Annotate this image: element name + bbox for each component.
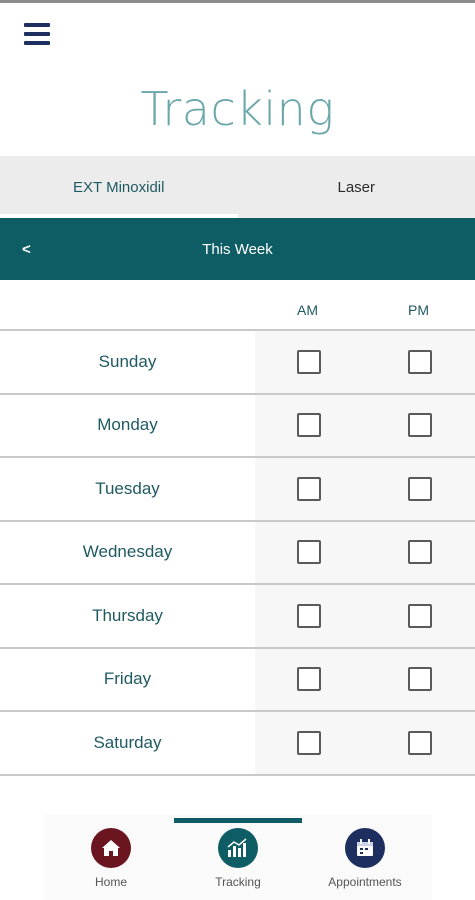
friday-pm-checkbox[interactable] xyxy=(408,667,432,692)
week-label: This Week xyxy=(202,240,273,258)
page-title: Tracking xyxy=(140,82,335,136)
thursday-am-checkbox[interactable] xyxy=(297,603,321,628)
tab-laser[interactable]: Laser xyxy=(238,156,475,218)
nav-tracking[interactable]: Tracking xyxy=(183,828,293,889)
tab-ext-minoxidil[interactable]: EXT Minoxidil xyxy=(0,156,238,218)
table-row: Tuesday xyxy=(0,458,475,522)
tab-bar: EXT Minoxidil Laser xyxy=(0,156,475,218)
tuesday-am-checkbox[interactable] xyxy=(297,476,321,501)
pm-column-header: PM xyxy=(408,302,429,318)
chart-icon xyxy=(218,828,258,868)
top-divider xyxy=(0,0,475,3)
tuesday-pm-checkbox[interactable] xyxy=(408,476,432,501)
table-row: Friday xyxy=(0,648,475,712)
table-row: Saturday xyxy=(0,712,475,776)
thursday-pm-checkbox[interactable] xyxy=(408,603,432,628)
day-label-thursday: Thursday xyxy=(92,605,163,625)
hamburger-menu-icon[interactable] xyxy=(24,21,52,47)
am-column-header: AM xyxy=(297,302,318,318)
active-tab-indicator xyxy=(174,818,302,823)
table-row: Wednesday xyxy=(0,521,475,585)
nav-home-label: Home xyxy=(94,875,127,889)
saturday-pm-checkbox[interactable] xyxy=(408,730,432,755)
wednesday-pm-checkbox[interactable] xyxy=(408,540,432,565)
sunday-am-checkbox[interactable] xyxy=(297,349,321,374)
nav-tracking-label: Tracking xyxy=(215,875,261,889)
day-label-tuesday: Tuesday xyxy=(95,478,160,498)
column-header: AM PM xyxy=(0,280,475,331)
table-row: Monday xyxy=(0,394,475,458)
calendar-icon xyxy=(345,828,385,868)
table-row: Thursday xyxy=(0,585,475,649)
day-label-monday: Monday xyxy=(97,415,158,435)
nav-appointments[interactable]: Appointments xyxy=(310,828,420,889)
day-label-friday: Friday xyxy=(103,669,152,689)
monday-am-checkbox[interactable] xyxy=(297,413,321,438)
nav-home[interactable]: Home xyxy=(56,828,166,889)
friday-am-checkbox[interactable] xyxy=(297,667,321,692)
table-row: Sunday xyxy=(0,331,475,395)
tracking-table: Sunday Monday Tuesday Wednesday Thursday… xyxy=(0,331,475,776)
day-label-wednesday: Wednesday xyxy=(82,542,173,562)
saturday-am-checkbox[interactable] xyxy=(297,730,321,755)
wednesday-am-checkbox[interactable] xyxy=(297,540,321,565)
nav-appointments-label: Appointments xyxy=(328,875,402,889)
home-icon xyxy=(91,828,131,868)
week-navigation-bar: < This Week xyxy=(0,218,475,280)
day-label-sunday: Sunday xyxy=(98,351,157,371)
sunday-pm-checkbox[interactable] xyxy=(408,349,432,374)
monday-pm-checkbox[interactable] xyxy=(408,413,432,438)
day-label-saturday: Saturday xyxy=(93,732,162,752)
